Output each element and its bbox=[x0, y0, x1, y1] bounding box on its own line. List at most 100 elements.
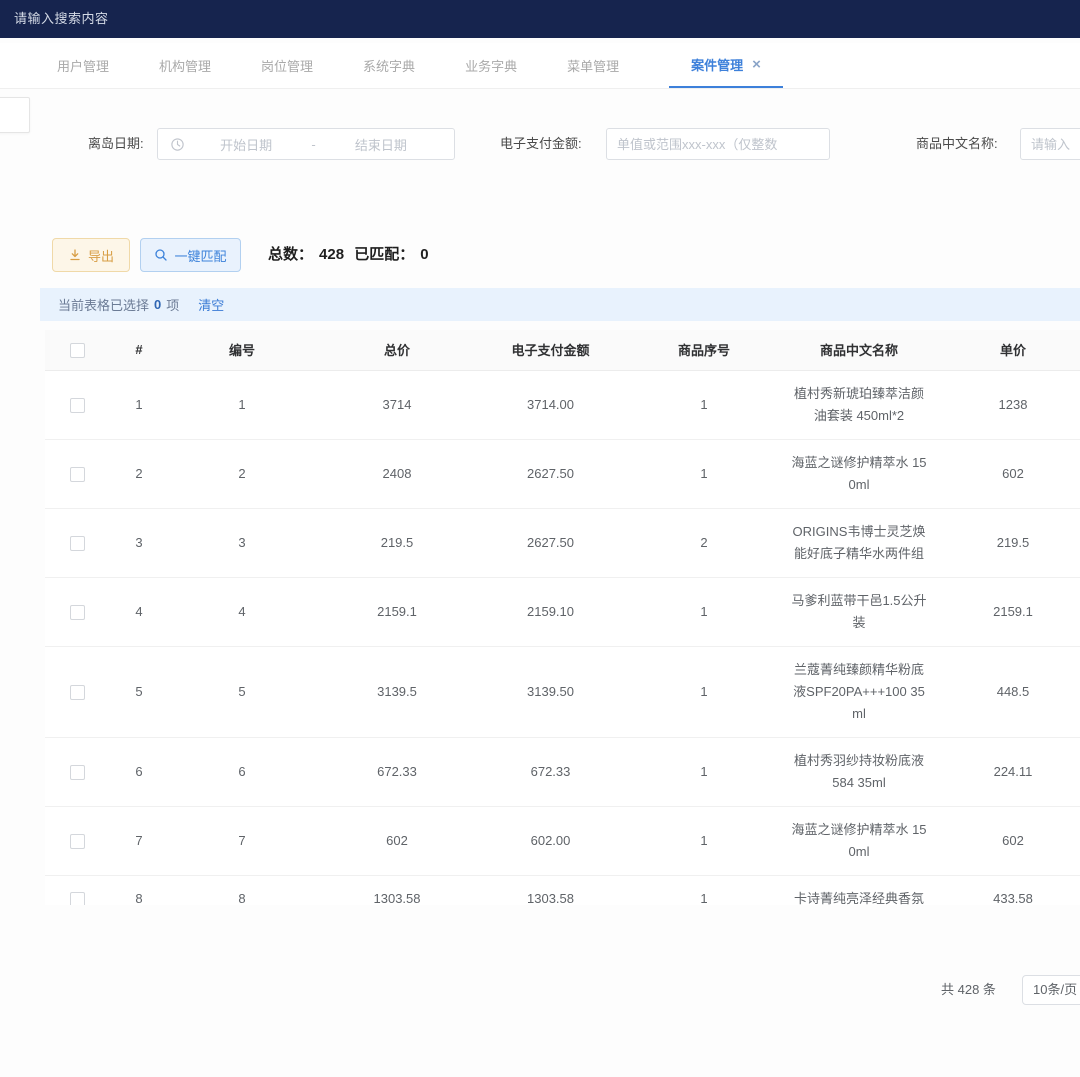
row-select-cell bbox=[45, 875, 110, 905]
date-range-input[interactable]: 开始日期 - 结束日期 bbox=[157, 128, 455, 160]
tab-post[interactable]: 岗位管理 bbox=[261, 43, 313, 88]
table-row: 1137143714.001植村秀新琥珀臻萃洁颜油套装 450ml*21238 bbox=[45, 370, 1080, 439]
row-checkbox[interactable] bbox=[70, 605, 85, 620]
table-header: #编号总价电子支付金额商品序号商品中文名称单价 bbox=[45, 330, 1080, 370]
amount-input[interactable] bbox=[606, 128, 830, 160]
cell-index: 8 bbox=[110, 875, 168, 905]
product-name-input[interactable] bbox=[1020, 128, 1080, 160]
cell-code: 7 bbox=[168, 806, 316, 875]
product-name-filter-label: 商品中文名称: bbox=[916, 128, 998, 160]
column-header: 单价 bbox=[933, 330, 1080, 370]
column-header: 商品中文名称 bbox=[785, 330, 933, 370]
row-checkbox[interactable] bbox=[70, 685, 85, 700]
cell-unit-price: 2159.1 bbox=[933, 577, 1080, 646]
cell-seq: 1 bbox=[623, 439, 785, 508]
cell-product-name: 马爹利蓝带干邑1.5公升装 bbox=[785, 577, 933, 646]
row-select-cell bbox=[45, 439, 110, 508]
cell-total: 219.5 bbox=[316, 508, 478, 577]
row-select-cell bbox=[45, 577, 110, 646]
row-checkbox[interactable] bbox=[70, 536, 85, 551]
cell-unit-price: 219.5 bbox=[933, 508, 1080, 577]
cell-epay: 2627.50 bbox=[478, 508, 623, 577]
topbar: 请输入搜索内容 bbox=[0, 0, 1080, 38]
cell-code: 8 bbox=[168, 875, 316, 905]
tab-label: 菜单管理 bbox=[567, 56, 619, 75]
totals-summary: 总数：428 已匹配：0 bbox=[268, 238, 435, 272]
cell-unit-price: 602 bbox=[933, 439, 1080, 508]
one-key-match-button[interactable]: 一键匹配 bbox=[140, 238, 241, 272]
tab-case[interactable]: 案件管理 × bbox=[669, 43, 783, 88]
cell-total: 3714 bbox=[316, 370, 478, 439]
select-all-checkbox[interactable] bbox=[70, 343, 85, 358]
match-button-label: 一键匹配 bbox=[174, 246, 226, 265]
close-icon[interactable]: × bbox=[752, 57, 761, 72]
cell-total: 1303.58 bbox=[316, 875, 478, 905]
cell-index: 2 bbox=[110, 439, 168, 508]
tab-label: 用户管理 bbox=[57, 56, 109, 75]
column-header: # bbox=[110, 330, 168, 370]
cell-seq: 1 bbox=[623, 646, 785, 737]
cases-table: #编号总价电子支付金额商品序号商品中文名称单价 1137143714.001植村… bbox=[45, 330, 1080, 905]
cell-product-name: ORIGINS韦博士灵芝焕能好底子精华水两件组 bbox=[785, 508, 933, 577]
selection-suffix: 项 bbox=[166, 295, 179, 314]
row-select-cell bbox=[45, 370, 110, 439]
table-row: 77602602.001海蓝之谜修护精萃水 150ml602 bbox=[45, 806, 1080, 875]
tab-biz-dict[interactable]: 业务字典 bbox=[465, 43, 517, 88]
row-select-cell bbox=[45, 508, 110, 577]
cell-code: 1 bbox=[168, 370, 316, 439]
tab-label: 机构管理 bbox=[159, 56, 211, 75]
cell-product-name: 卡诗菁纯亮泽经典香氛 bbox=[785, 875, 933, 905]
start-date-placeholder: 开始日期 bbox=[185, 135, 307, 154]
cell-code: 3 bbox=[168, 508, 316, 577]
tab-label: 业务字典 bbox=[465, 56, 517, 75]
row-checkbox[interactable] bbox=[70, 892, 85, 905]
tab-menu[interactable]: 菜单管理 bbox=[567, 43, 619, 88]
cell-product-name: 海蓝之谜修护精萃水 150ml bbox=[785, 806, 933, 875]
row-checkbox[interactable] bbox=[70, 398, 85, 413]
cell-index: 3 bbox=[110, 508, 168, 577]
page-size-select[interactable]: 10条/页 bbox=[1022, 975, 1080, 1005]
column-header: 电子支付金额 bbox=[478, 330, 623, 370]
cell-product-name: 植村秀羽纱持妆粉底液 584 35ml bbox=[785, 737, 933, 806]
cell-code: 6 bbox=[168, 737, 316, 806]
clock-icon bbox=[170, 137, 185, 152]
date-separator: - bbox=[307, 137, 319, 152]
cell-code: 2 bbox=[168, 439, 316, 508]
row-checkbox[interactable] bbox=[70, 765, 85, 780]
cell-epay: 2159.10 bbox=[478, 577, 623, 646]
clear-selection-link[interactable]: 清空 bbox=[198, 295, 224, 314]
tab-label: 系统字典 bbox=[363, 56, 415, 75]
cell-seq: 1 bbox=[623, 806, 785, 875]
cell-epay: 1303.58 bbox=[478, 875, 623, 905]
table-row: 2224082627.501海蓝之谜修护精萃水 150ml602 bbox=[45, 439, 1080, 508]
cell-product-name: 海蓝之谜修护精萃水 150ml bbox=[785, 439, 933, 508]
row-select-cell bbox=[45, 806, 110, 875]
cell-index: 7 bbox=[110, 806, 168, 875]
selection-bar: 当前表格已选择 0 项 清空 bbox=[40, 288, 1080, 321]
row-checkbox[interactable] bbox=[70, 834, 85, 849]
export-button[interactable]: 导出 bbox=[52, 238, 130, 272]
tab-label: 案件管理 bbox=[691, 55, 743, 74]
select-all-cell bbox=[45, 330, 110, 370]
row-checkbox[interactable] bbox=[70, 467, 85, 482]
filter-bar: 离岛日期: 开始日期 - 结束日期 电子支付金额: 商品中文名称: bbox=[0, 128, 1080, 160]
table-row: 33219.52627.502ORIGINS韦博士灵芝焕能好底子精华水两件组21… bbox=[45, 508, 1080, 577]
tab-users[interactable]: 用户管理 bbox=[57, 43, 109, 88]
search-icon bbox=[154, 248, 168, 262]
selection-prefix: 当前表格已选择 bbox=[58, 295, 149, 314]
cell-total: 2159.1 bbox=[316, 577, 478, 646]
cell-code: 4 bbox=[168, 577, 316, 646]
total-label: 总数： bbox=[268, 246, 313, 263]
tab-org[interactable]: 机构管理 bbox=[159, 43, 211, 88]
cell-index: 5 bbox=[110, 646, 168, 737]
cell-total: 602 bbox=[316, 806, 478, 875]
cell-product-name: 植村秀新琥珀臻萃洁颜油套装 450ml*2 bbox=[785, 370, 933, 439]
tab-sys-dict[interactable]: 系统字典 bbox=[363, 43, 415, 88]
global-search-input[interactable]: 请输入搜索内容 bbox=[14, 0, 109, 38]
cell-epay: 602.00 bbox=[478, 806, 623, 875]
tab-label: 岗位管理 bbox=[261, 56, 313, 75]
table-body: 1137143714.001植村秀新琥珀臻萃洁颜油套装 450ml*212382… bbox=[45, 370, 1080, 905]
cell-total: 2408 bbox=[316, 439, 478, 508]
download-icon bbox=[68, 248, 82, 262]
cell-epay: 2627.50 bbox=[478, 439, 623, 508]
